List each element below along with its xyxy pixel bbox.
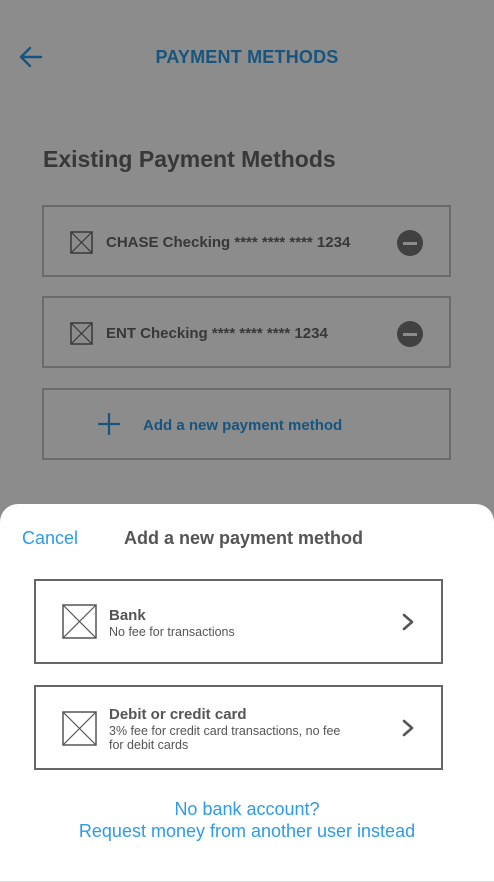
chevron-right-icon [402, 719, 414, 737]
option-description: 3% fee for credit card transactions, no … [109, 724, 341, 752]
bank-option[interactable]: Bank No fee for transactions [34, 579, 443, 664]
add-payment-method-sheet: Cancel Add a new payment method Bank No … [0, 504, 494, 882]
no-bank-account-link[interactable]: No bank account? [0, 799, 494, 820]
chevron-right-icon [402, 613, 414, 631]
sheet-title: Add a new payment method [124, 528, 364, 548]
image-placeholder-icon [62, 604, 97, 639]
request-money-link[interactable]: Request money from another user instead [0, 821, 494, 842]
image-placeholder-icon [62, 711, 97, 746]
card-option[interactable]: Debit or credit card 3% fee for credit c… [34, 685, 443, 770]
option-description: No fee for transactions [109, 625, 235, 639]
option-title: Debit or credit card [109, 706, 247, 723]
option-title: Bank [109, 607, 146, 624]
cancel-button[interactable]: Cancel [22, 528, 78, 549]
